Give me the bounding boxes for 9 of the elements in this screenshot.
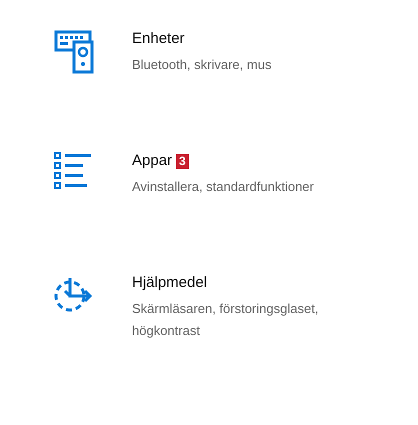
keyboard-speaker-icon (54, 30, 94, 74)
category-title[interactable]: Appar (132, 150, 172, 172)
number-badge: 3 (176, 154, 189, 168)
category-description: Skärmläsaren, förstoringsglaset, högkontrast (132, 300, 320, 340)
list-icon (54, 152, 94, 192)
category-description: Bluetooth, skrivare, mus (132, 56, 272, 74)
category-description: Avinstallera, standardfunktioner (132, 178, 315, 196)
category-title[interactable]: Enheter (132, 28, 185, 50)
category-title[interactable]: Hjälpmedel (132, 272, 208, 294)
